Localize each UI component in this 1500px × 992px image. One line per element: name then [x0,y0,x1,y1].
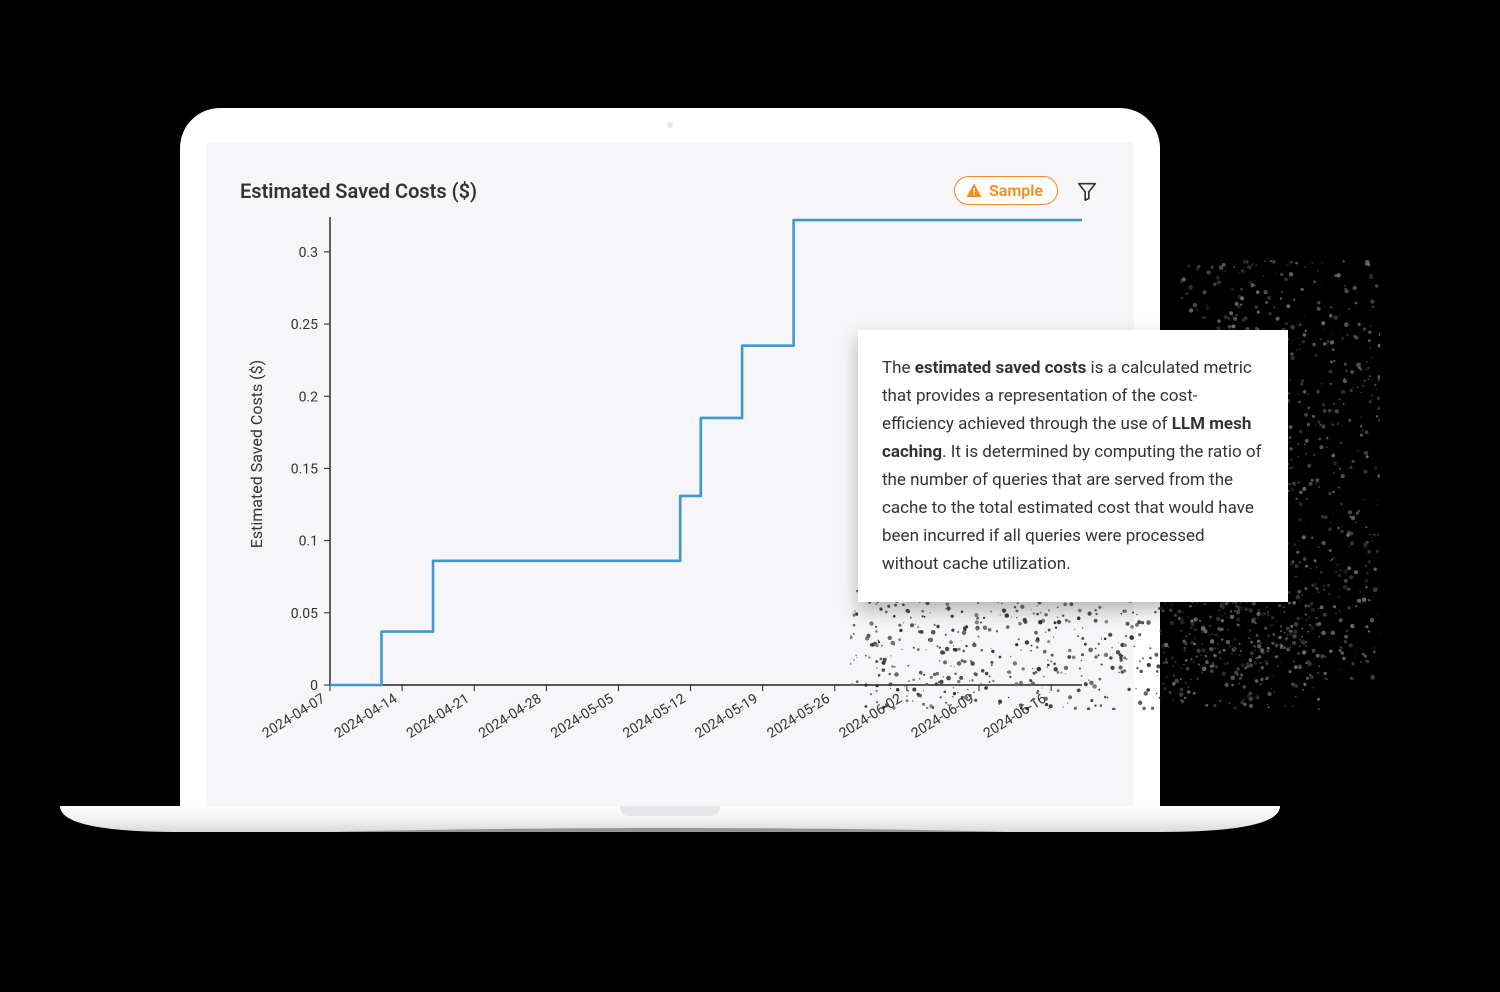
noise-bottom [850,590,1320,710]
y-tick-label: 0.2 [299,389,319,405]
x-tick-label: 2024-04-28 [476,691,545,742]
tooltip-pre: The [882,358,915,378]
y-tick-label: 0.3 [299,245,318,261]
x-tick-label: 2024-04-21 [404,691,472,742]
camera-dot [667,122,673,128]
filter-icon[interactable] [1076,180,1098,202]
tooltip-bold1: estimated saved costs [915,358,1087,378]
chart-title: Estimated Saved Costs ($) [240,179,477,203]
y-tick-label: 0.15 [291,461,318,477]
warning-icon [965,182,983,200]
x-tick-label: 2024-05-05 [548,691,617,742]
sample-badge[interactable]: Sample [954,176,1058,205]
sample-badge-label: Sample [989,181,1043,200]
metric-tooltip: The estimated saved costs is a calculate… [858,330,1288,602]
y-axis-title: Estimated Saved Costs ($) [247,360,266,548]
y-tick-label: 0.25 [291,317,318,333]
x-tick-label: 2024-04-14 [332,691,401,742]
x-tick-label: 2024-04-07 [260,691,329,742]
laptop-base [60,806,1280,876]
x-tick-label: 2024-05-12 [620,691,689,742]
x-tick-label: 2024-05-19 [692,691,760,742]
y-tick-label: 0.05 [291,606,318,622]
x-tick-label: 2024-05-26 [764,691,833,742]
y-tick-label: 0.1 [299,534,318,550]
